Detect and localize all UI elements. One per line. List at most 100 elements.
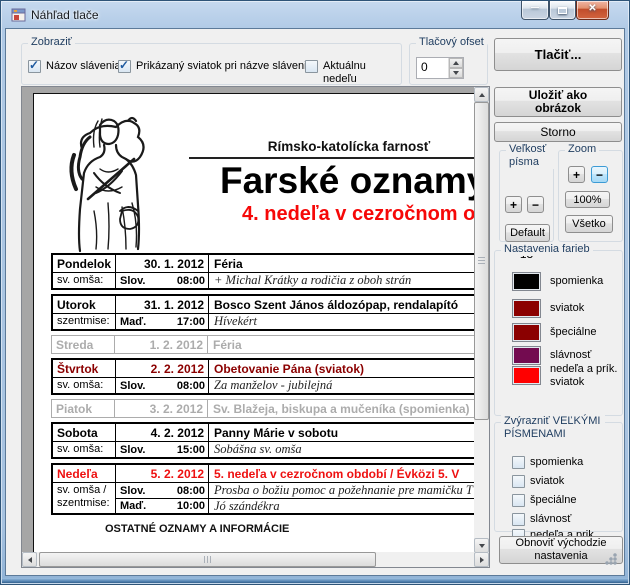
mass-row: Slov.08:00+ Michal Krátky a rodičia z ob… [116, 273, 475, 288]
scroll-left-button[interactable] [22, 552, 37, 567]
mass-time: 10:00 [160, 499, 209, 513]
minimize-icon: — [522, 3, 548, 12]
day-date: 5. 2. 2012 [116, 465, 209, 482]
checkbox-display-option-2[interactable]: Aktuálnu nedeľu [305, 60, 401, 86]
parish-header: Rímsko-katolícka farnosť [224, 139, 474, 154]
spinner-down-button[interactable] [449, 68, 463, 78]
other-announcements-heading: OSTATNÉ OZNAMY A INFORMÁCIE [105, 523, 289, 535]
color-swatch-0[interactable] [512, 272, 541, 291]
day-row: Sobota4. 2. 2012Panny Márie v sobotu [53, 424, 475, 441]
day-row: Štvrtok2. 2. 2012Obetovanie Pána (sviato… [53, 360, 475, 377]
day-name: Štvrtok [53, 360, 116, 377]
color-swatch-2[interactable] [512, 323, 541, 342]
mass-time: 08:00 [160, 273, 209, 288]
day-date: 1. 2. 2012 [115, 336, 208, 353]
mass-language: Slov. [116, 485, 160, 497]
color-swatch-1[interactable] [512, 299, 541, 318]
mass-language: Maď. [116, 500, 160, 512]
scroll-right-button[interactable] [474, 552, 489, 567]
day-row: Streda1. 2. 2012Féria [52, 336, 475, 353]
minimize-button[interactable]: — [521, 1, 549, 20]
arrow-down-icon [453, 71, 459, 75]
vertical-scrollbar[interactable] [474, 87, 489, 553]
checkbox-highlight-1[interactable]: sviatok [512, 475, 611, 488]
color-label: spomienka [550, 275, 630, 288]
mass-intention: Za manželov - jubilejná [209, 378, 475, 393]
day-row: Pondelok30. 1. 2012Féria [53, 255, 475, 272]
day-block: Štvrtok2. 2. 2012Obetovanie Pána (sviato… [51, 358, 475, 395]
checkbox-highlight-3[interactable]: slávnosť [512, 513, 611, 526]
bulletin-title: Farské oznamy [220, 160, 475, 202]
zoom-in-button[interactable]: + [568, 166, 585, 183]
zoom-out-button[interactable]: − [591, 166, 608, 183]
checkbox-highlight-2[interactable]: špeciálne [512, 494, 611, 507]
checkbox-box [512, 475, 525, 488]
color-label: slávnosť [550, 349, 630, 362]
header-rule [189, 157, 475, 159]
checkbox-label: špeciálne [525, 494, 611, 507]
mass-label: sv. omša: [53, 378, 116, 393]
day-row: Utorok31. 1. 2012Bosco Szent János áldoz… [53, 296, 475, 313]
mass-rows: Slov.08:00Za manželov - jubilejná [116, 378, 475, 393]
mass-time: 17:00 [160, 314, 209, 329]
day-date: 31. 1. 2012 [116, 296, 209, 313]
day-date: 3. 2. 2012 [115, 400, 208, 417]
font-size-increase-button[interactable]: + [505, 196, 522, 213]
vertical-scrollbar-thumb[interactable] [474, 102, 489, 420]
celebration-title: Bosco Szent János áldozópap, rendalapító [209, 298, 475, 312]
checkbox-display-option-1[interactable]: ✓Prikázaný sviatok pri názve slávenia [118, 60, 313, 73]
mass-row: Maď.17:00Hívekért [116, 314, 475, 329]
mass-time: 08:00 [160, 483, 209, 498]
arrow-down-icon [479, 544, 485, 548]
thumb-grip-icon [204, 556, 212, 563]
check-icon: ✓ [119, 58, 129, 72]
mass-area: szentmise:Maď.17:00Hívekért [53, 313, 475, 329]
scroll-down-button[interactable] [474, 538, 489, 553]
zoom-100-button[interactable]: 100% [565, 191, 610, 208]
scroll-up-button[interactable] [474, 87, 489, 102]
spinner-up-button[interactable] [449, 58, 463, 68]
checkbox-highlight-0[interactable]: spomienka [512, 456, 611, 469]
mass-area: sv. omša:Slov.15:00Sobášna sv. omša [53, 441, 475, 457]
title-bar[interactable]: Náhľad tlače — ✕ [1, 1, 629, 28]
color-label: špeciálne [550, 326, 630, 339]
checkbox-box: ✓ [118, 60, 131, 73]
mass-row: Maď.10:00Jó szándékra [116, 498, 475, 513]
window-title: Náhľad tlače [31, 8, 99, 22]
bulletin-subtitle: 4. nedeľa v cezročnom období [242, 203, 475, 226]
close-button[interactable]: ✕ [576, 1, 609, 20]
mass-intention: Prosba o božiu pomoc a požehnanie pre ma… [209, 483, 475, 498]
mass-table: Pondelok30. 1. 2012Fériasv. omša:Slov.08… [51, 253, 475, 519]
save-as-image-button[interactable]: Uložiť ako obrázok [494, 87, 622, 117]
day-name: Pondelok [53, 255, 116, 272]
font-size-group: Veľkosť písma + − Default 13 [499, 150, 554, 242]
mass-row: Slov.15:00Sobášna sv. omša [116, 442, 475, 457]
horizontal-scrollbar[interactable] [22, 552, 489, 567]
mass-language: Slov. [116, 444, 160, 456]
maximize-button[interactable] [549, 1, 576, 20]
color-label: nedeľa a prík. sviatok [550, 363, 630, 389]
font-size-decrease-button[interactable]: − [527, 196, 544, 213]
mass-intention: Hívekért [209, 314, 475, 329]
color-swatch-3[interactable] [512, 346, 541, 365]
print-offset-value: 0 [417, 58, 448, 78]
day-date: 4. 2. 2012 [116, 424, 209, 441]
zoom-group: Zoom + − 100% Všetko [558, 150, 623, 242]
resize-grip[interactable] [605, 553, 617, 565]
color-swatch-4[interactable] [512, 366, 541, 385]
preview-panel: Rímsko-katolícka farnosť Farské oznamy 4… [21, 86, 490, 568]
day-block: Piatok3. 2. 2012Sv. Blažeja, biskupa a m… [51, 399, 475, 418]
day-name: Utorok [53, 296, 116, 313]
print-preview-window: Náhľad tlače — ✕ Zobraziť ✓Názov sláveni… [0, 0, 630, 585]
preview-page: Rímsko-katolícka farnosť Farské oznamy 4… [33, 93, 475, 553]
horizontal-scrollbar-thumb[interactable] [39, 552, 376, 567]
mass-area: sv. omša:Slov.08:00+ Michal Krátky a rod… [53, 272, 475, 288]
print-offset-spinner[interactable]: 0 [416, 57, 464, 79]
print-button[interactable]: Tlačiť... [494, 38, 622, 71]
cancel-button[interactable]: Storno [494, 122, 622, 142]
zoom-all-button[interactable]: Všetko [565, 215, 613, 233]
checkbox-display-option-0[interactable]: ✓Názov slávenia [28, 60, 121, 73]
font-size-default-button[interactable]: Default [505, 224, 550, 242]
day-block: Streda1. 2. 2012Féria [51, 335, 475, 354]
highlight-group: Zvýrazniť VEĽKÝMI PÍSMENAMI spomienkasvi… [494, 422, 623, 532]
